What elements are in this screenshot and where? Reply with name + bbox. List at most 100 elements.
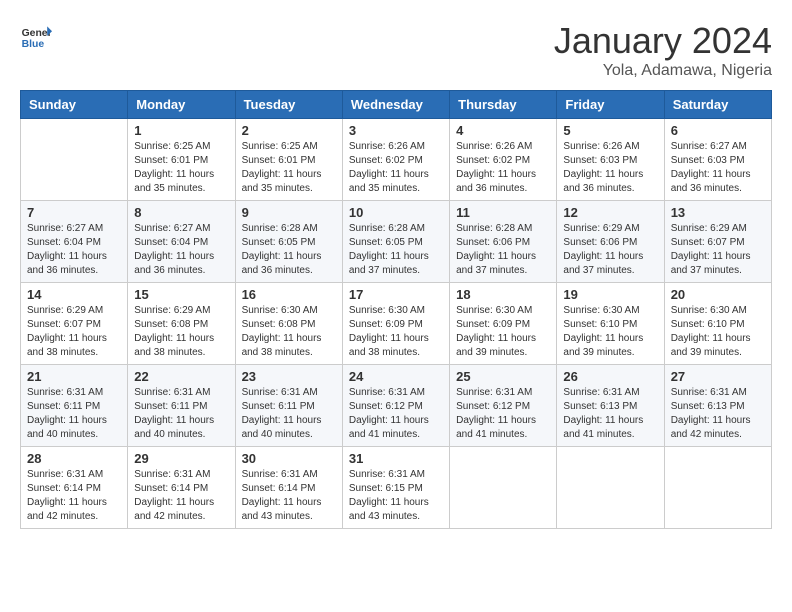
calendar-cell: 19 Sunrise: 6:30 AM Sunset: 6:10 PM Dayli… <box>557 283 664 365</box>
calendar-day-header: Wednesday <box>342 91 449 119</box>
calendar-week-row: 7Sunrise: 6:27 AM Sunset: 6:04 PM Daylig… <box>21 201 772 283</box>
calendar-cell: 9 Sunrise: 6:28 AM Sunset: 6:05 PM Daylig… <box>235 201 342 283</box>
day-number: 1 <box>134 123 228 138</box>
calendar-cell: 13Sunrise: 6:29 AM Sunset: 6:07 PM Dayli… <box>664 201 771 283</box>
day-info: Sunrise: 6:31 AM Sunset: 6:12 PM Dayligh… <box>349 386 443 442</box>
calendar-table: SundayMondayTuesdayWednesdayThursdayFrid… <box>20 90 772 529</box>
day-number: 20 <box>671 287 765 302</box>
day-info: Sunrise: 6:31 AM Sunset: 6:14 PM Dayligh… <box>27 468 121 524</box>
day-number: 16 <box>242 287 336 302</box>
calendar-week-row: 21 Sunrise: 6:31 AM Sunset: 6:11 PM Dayli… <box>21 365 772 447</box>
calendar-cell: 1Sunrise: 6:25 AM Sunset: 6:01 PM Daylig… <box>128 119 235 201</box>
calendar-cell: 31Sunrise: 6:31 AM Sunset: 6:15 PM Dayli… <box>342 447 449 529</box>
day-number: 4 <box>456 123 550 138</box>
calendar-cell: 11 Sunrise: 6:28 AM Sunset: 6:06 PM Dayli… <box>450 201 557 283</box>
day-number: 11 <box>456 205 550 220</box>
day-number: 14 <box>27 287 121 302</box>
day-number: 27 <box>671 369 765 384</box>
calendar-cell: 18 Sunrise: 6:30 AM Sunset: 6:09 PM Dayli… <box>450 283 557 365</box>
day-info: Sunrise: 6:28 AM Sunset: 6:06 PM Dayligh… <box>456 222 550 278</box>
day-info: Sunrise: 6:26 AM Sunset: 6:02 PM Dayligh… <box>456 140 550 196</box>
calendar-cell: 23 Sunrise: 6:31 AM Sunset: 6:11 PM Dayli… <box>235 365 342 447</box>
day-number: 10 <box>349 205 443 220</box>
day-info: Sunrise: 6:31 AM Sunset: 6:11 PM Dayligh… <box>27 386 121 442</box>
calendar-day-header: Sunday <box>21 91 128 119</box>
day-info: Sunrise: 6:28 AM Sunset: 6:05 PM Dayligh… <box>349 222 443 278</box>
calendar-cell: 24 Sunrise: 6:31 AM Sunset: 6:12 PM Dayli… <box>342 365 449 447</box>
day-info: Sunrise: 6:29 AM Sunset: 6:07 PM Dayligh… <box>27 304 121 360</box>
day-number: 24 <box>349 369 443 384</box>
calendar-cell: 22 Sunrise: 6:31 AM Sunset: 6:11 PM Dayli… <box>128 365 235 447</box>
calendar-day-header: Thursday <box>450 91 557 119</box>
day-number: 3 <box>349 123 443 138</box>
day-info: Sunrise: 6:27 AM Sunset: 6:04 PM Dayligh… <box>27 222 121 278</box>
day-number: 25 <box>456 369 550 384</box>
day-number: 31 <box>349 451 443 466</box>
title-block: January 2024 Yola, Adamawa, Nigeria <box>554 20 772 80</box>
calendar-cell: 5 Sunrise: 6:26 AM Sunset: 6:03 PM Daylig… <box>557 119 664 201</box>
calendar-cell: 28Sunrise: 6:31 AM Sunset: 6:14 PM Dayli… <box>21 447 128 529</box>
day-number: 23 <box>242 369 336 384</box>
day-number: 18 <box>456 287 550 302</box>
logo-icon: General Blue <box>20 20 52 52</box>
day-number: 12 <box>563 205 657 220</box>
day-number: 8 <box>134 205 228 220</box>
day-info: Sunrise: 6:28 AM Sunset: 6:05 PM Dayligh… <box>242 222 336 278</box>
calendar-cell <box>450 447 557 529</box>
calendar-cell <box>21 119 128 201</box>
calendar-cell: 25Sunrise: 6:31 AM Sunset: 6:12 PM Dayli… <box>450 365 557 447</box>
logo: General Blue <box>20 20 52 52</box>
calendar-cell <box>557 447 664 529</box>
calendar-cell: 14 Sunrise: 6:29 AM Sunset: 6:07 PM Dayli… <box>21 283 128 365</box>
calendar-cell: 29Sunrise: 6:31 AM Sunset: 6:14 PM Dayli… <box>128 447 235 529</box>
calendar-cell: 3 Sunrise: 6:26 AM Sunset: 6:02 PM Daylig… <box>342 119 449 201</box>
day-info: Sunrise: 6:29 AM Sunset: 6:06 PM Dayligh… <box>563 222 657 278</box>
svg-text:Blue: Blue <box>22 39 45 50</box>
day-info: Sunrise: 6:31 AM Sunset: 6:13 PM Dayligh… <box>671 386 765 442</box>
calendar-cell: 8 Sunrise: 6:27 AM Sunset: 6:04 PM Daylig… <box>128 201 235 283</box>
calendar-cell: 6 Sunrise: 6:27 AM Sunset: 6:03 PM Daylig… <box>664 119 771 201</box>
calendar-cell: 2 Sunrise: 6:25 AM Sunset: 6:01 PM Daylig… <box>235 119 342 201</box>
day-number: 15 <box>134 287 228 302</box>
day-info: Sunrise: 6:30 AM Sunset: 6:10 PM Dayligh… <box>563 304 657 360</box>
calendar-day-header: Tuesday <box>235 91 342 119</box>
day-info: Sunrise: 6:31 AM Sunset: 6:11 PM Dayligh… <box>134 386 228 442</box>
day-info: Sunrise: 6:31 AM Sunset: 6:13 PM Dayligh… <box>563 386 657 442</box>
day-number: 22 <box>134 369 228 384</box>
calendar-header-row: SundayMondayTuesdayWednesdayThursdayFrid… <box>21 91 772 119</box>
day-number: 26 <box>563 369 657 384</box>
day-number: 17 <box>349 287 443 302</box>
day-info: Sunrise: 6:26 AM Sunset: 6:03 PM Dayligh… <box>563 140 657 196</box>
calendar-cell <box>664 447 771 529</box>
calendar-day-header: Saturday <box>664 91 771 119</box>
calendar-cell: 4 Sunrise: 6:26 AM Sunset: 6:02 PM Daylig… <box>450 119 557 201</box>
calendar-day-header: Monday <box>128 91 235 119</box>
day-info: Sunrise: 6:31 AM Sunset: 6:14 PM Dayligh… <box>242 468 336 524</box>
day-info: Sunrise: 6:30 AM Sunset: 6:08 PM Dayligh… <box>242 304 336 360</box>
day-info: Sunrise: 6:27 AM Sunset: 6:03 PM Dayligh… <box>671 140 765 196</box>
main-title: January 2024 <box>554 20 772 62</box>
day-number: 9 <box>242 205 336 220</box>
calendar-cell: 20 Sunrise: 6:30 AM Sunset: 6:10 PM Dayli… <box>664 283 771 365</box>
day-number: 5 <box>563 123 657 138</box>
day-info: Sunrise: 6:27 AM Sunset: 6:04 PM Dayligh… <box>134 222 228 278</box>
day-info: Sunrise: 6:25 AM Sunset: 6:01 PM Dayligh… <box>242 140 336 196</box>
calendar-cell: 27 Sunrise: 6:31 AM Sunset: 6:13 PM Dayli… <box>664 365 771 447</box>
day-number: 19 <box>563 287 657 302</box>
day-number: 2 <box>242 123 336 138</box>
day-info: Sunrise: 6:30 AM Sunset: 6:09 PM Dayligh… <box>456 304 550 360</box>
calendar-cell: 12 Sunrise: 6:29 AM Sunset: 6:06 PM Dayli… <box>557 201 664 283</box>
day-info: Sunrise: 6:26 AM Sunset: 6:02 PM Dayligh… <box>349 140 443 196</box>
calendar-cell: 30Sunrise: 6:31 AM Sunset: 6:14 PM Dayli… <box>235 447 342 529</box>
calendar-cell: 10 Sunrise: 6:28 AM Sunset: 6:05 PM Dayli… <box>342 201 449 283</box>
page-header: General Blue January 2024 Yola, Adamawa,… <box>20 20 772 80</box>
subtitle: Yola, Adamawa, Nigeria <box>554 62 772 80</box>
calendar-cell: 15Sunrise: 6:29 AM Sunset: 6:08 PM Dayli… <box>128 283 235 365</box>
day-info: Sunrise: 6:30 AM Sunset: 6:10 PM Dayligh… <box>671 304 765 360</box>
day-number: 21 <box>27 369 121 384</box>
calendar-week-row: 1 Sunrise: 6:25 AM Sunset: 6:01 PM Daylig… <box>21 119 772 201</box>
calendar-week-row: 14 Sunrise: 6:29 AM Sunset: 6:07 PM Dayli… <box>21 283 772 365</box>
day-number: 6 <box>671 123 765 138</box>
day-info: Sunrise: 6:31 AM Sunset: 6:11 PM Dayligh… <box>242 386 336 442</box>
calendar-cell: 26 Sunrise: 6:31 AM Sunset: 6:13 PM Dayli… <box>557 365 664 447</box>
